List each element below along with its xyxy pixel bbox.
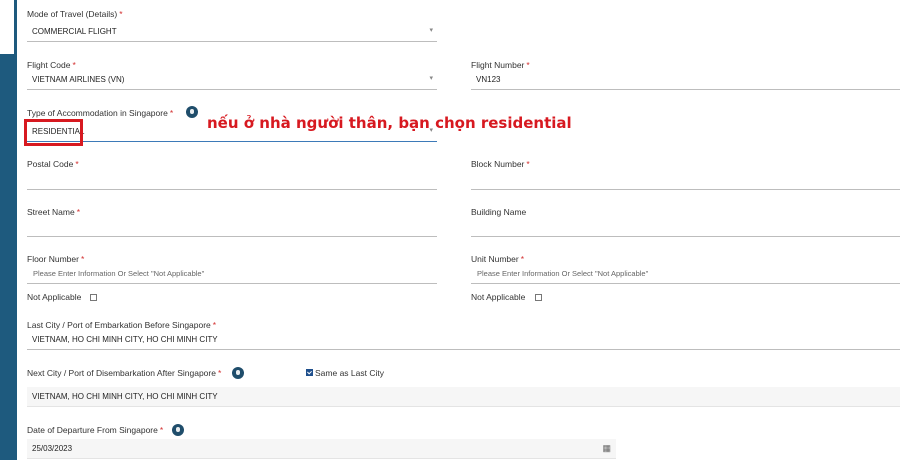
- flight-number-input[interactable]: VN123: [471, 70, 900, 90]
- mode-of-travel-label: Mode of Travel (Details) *: [27, 9, 123, 19]
- building-name-label: Building Name: [471, 207, 527, 217]
- info-icon[interactable]: [172, 424, 184, 436]
- floor-number-input[interactable]: Please Enter Information Or Select "Not …: [27, 264, 437, 284]
- flight-code-value: VIETNAM AIRLINES (VN): [32, 75, 125, 84]
- annotation-text: nếu ở nhà người thân, bạn chọn residenti…: [207, 114, 572, 132]
- postal-code-label: Postal Code *: [27, 159, 79, 169]
- floor-number-label: Floor Number *: [27, 254, 85, 264]
- building-name-input[interactable]: [471, 217, 900, 237]
- departure-date-value: 25/03/2023: [32, 444, 73, 453]
- sidebar-tab[interactable]: [0, 0, 14, 54]
- next-city-label: Next City / Port of Disembarkation After…: [27, 368, 222, 378]
- flight-code-select[interactable]: VIETNAM AIRLINES (VN) ▾: [27, 70, 437, 90]
- accommodation-type-label: Type of Accommodation in Singapore *: [27, 108, 174, 118]
- unit-not-applicable-label: Not Applicable: [471, 292, 526, 302]
- info-icon[interactable]: [186, 106, 198, 118]
- flight-number-value: VN123: [476, 75, 501, 84]
- caret-down-icon: ▾: [429, 75, 433, 82]
- unit-number-input[interactable]: Please Enter Information Or Select "Not …: [471, 264, 900, 284]
- calendar-icon[interactable]: ▦: [602, 443, 611, 454]
- block-number-input[interactable]: [471, 170, 900, 190]
- flight-code-label: Flight Code *: [27, 60, 76, 70]
- floor-not-applicable-label: Not Applicable: [27, 292, 82, 302]
- last-city-label: Last City / Port of Embarkation Before S…: [27, 320, 217, 330]
- flight-number-label: Flight Number *: [471, 60, 530, 70]
- departure-date-input[interactable]: 25/03/2023 ▦: [27, 439, 616, 459]
- unit-number-label: Unit Number *: [471, 254, 525, 264]
- mode-of-travel-select[interactable]: COMMERCIAL FLIGHT ▾: [27, 22, 437, 42]
- floor-number-placeholder: Please Enter Information Or Select "Not …: [33, 269, 205, 278]
- last-city-value: VIETNAM, HO CHI MINH CITY, HO CHI MINH C…: [32, 335, 218, 344]
- unit-number-placeholder: Please Enter Information Or Select "Not …: [477, 269, 649, 278]
- info-icon[interactable]: [232, 367, 244, 379]
- same-as-last-city-label: Same as Last City: [315, 368, 384, 378]
- floor-not-applicable-checkbox[interactable]: [90, 294, 97, 301]
- next-city-input: VIETNAM, HO CHI MINH CITY, HO CHI MINH C…: [27, 387, 900, 407]
- left-sidebar: [0, 0, 17, 460]
- street-name-label: Street Name *: [27, 207, 81, 217]
- same-as-last-city-checkbox[interactable]: [306, 369, 313, 376]
- departure-date-label: Date of Departure From Singapore *: [27, 425, 164, 435]
- street-name-input[interactable]: [27, 217, 437, 237]
- postal-code-input[interactable]: [27, 170, 437, 190]
- mode-of-travel-value: COMMERCIAL FLIGHT: [32, 27, 117, 36]
- caret-down-icon: ▾: [429, 27, 433, 34]
- block-number-label: Block Number *: [471, 159, 530, 169]
- last-city-input[interactable]: VIETNAM, HO CHI MINH CITY, HO CHI MINH C…: [27, 330, 900, 350]
- next-city-value: VIETNAM, HO CHI MINH CITY, HO CHI MINH C…: [32, 392, 218, 401]
- unit-not-applicable-checkbox[interactable]: [535, 294, 542, 301]
- annotation-highlight-box: [24, 119, 83, 146]
